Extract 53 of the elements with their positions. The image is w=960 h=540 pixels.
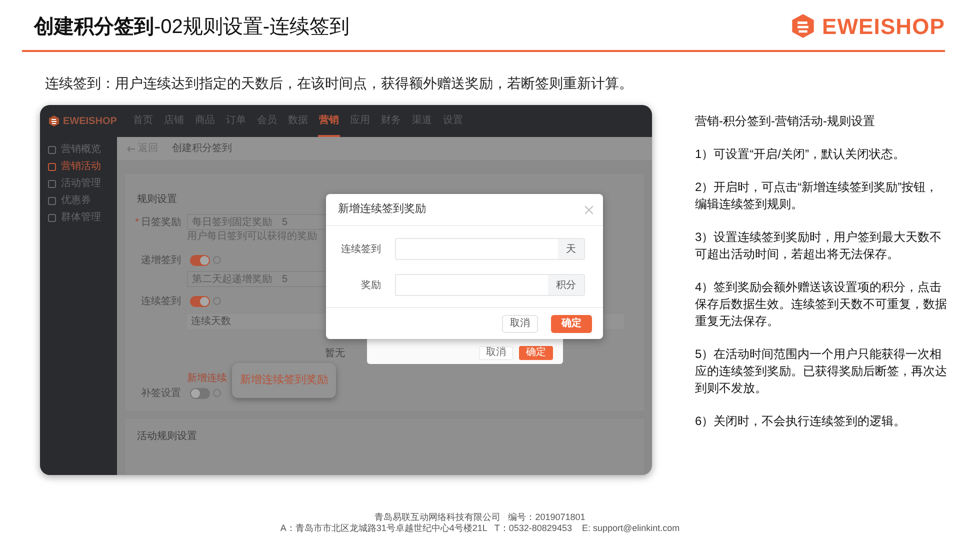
sidebar-item[interactable]: 营销概览 [40, 143, 117, 156]
help-icon [213, 297, 221, 305]
toggle-switch[interactable] [190, 296, 210, 306]
field-value: 5 [282, 216, 288, 230]
note-paragraph: 6）关闭时，不会执行连续签到的逻辑。 [695, 413, 907, 430]
cancel-button[interactable]: 取消 [479, 346, 513, 360]
back-arrow-icon [127, 146, 135, 152]
empty-text: 暂无 [325, 346, 345, 361]
field-value: 5 [282, 272, 288, 286]
sidebar-item[interactable]: 营销活动 [40, 160, 117, 173]
note-paragraph: 3）设置连续签到奖励时，用户签到最大天数不可超出活动时间，若超出将无法保存。 [695, 229, 943, 263]
note-paragraph: 2）开启时，可点击“新增连续签到奖励”按钮，编辑连续签到规则。 [695, 179, 939, 213]
note-paragraph: 1）可设置“开启/关闭”，默认关闭状态。 [695, 146, 906, 163]
help-icon [213, 389, 221, 397]
form-label: 日签奖励 [141, 216, 181, 228]
toggle-switch[interactable] [190, 254, 210, 266]
field-label: 连续签到 [340, 242, 381, 256]
close-icon[interactable] [585, 206, 593, 214]
footer-text: 青岛易联互动网络科技有限公司 编号：2019071801 [374, 512, 586, 523]
logo-icon [48, 115, 60, 127]
logo-icon [790, 13, 816, 39]
footer-text: A：青岛市市北区龙城路31号卓越世纪中心4号楼21L T：0532-80829453 E: support@elinkint.com [280, 523, 680, 534]
app-logo-text: EWEISHOP [63, 114, 117, 128]
section-title: 规则设置 [137, 192, 177, 207]
note-paragraph: 营销-积分签到-营销活动-规则设置 [695, 113, 876, 130]
note-paragraph: 4）签到奖励会额外赠送该设置项的积分，点击保存后数据生效。连续签到天数不可重复，数据重复无法保存。 [695, 279, 947, 330]
confirm-button[interactable]: 确定 [519, 346, 553, 360]
intro-text: 连续签到：用户连续达到指定的天数后，在该时间点，获得额外赠送奖励，若断签则重新计算。 [45, 74, 634, 93]
dialog-title: 新增连续签到奖励 [338, 202, 426, 218]
form-label: 补签设置 [141, 388, 181, 398]
confirm-button[interactable]: 确定 [551, 314, 592, 332]
note-paragraph: 5）在活动时间范围内一个用户只能获得一次相应的连续签到奖励。已获得奖励后断签，再次达到则不发放。 [695, 346, 947, 397]
slide-title: 创建积分签到-02规则设置-连续签到 [34, 15, 350, 40]
menu-item-icon [48, 162, 56, 170]
sidebar-item[interactable]: 优惠券 [40, 194, 117, 207]
page-title: 创建积分签到 [172, 142, 232, 156]
add-reward-callout[interactable]: 新增连续签到奖励 [232, 363, 336, 398]
help-icon [213, 256, 221, 264]
sidebar-item[interactable]: 群体管理 [40, 211, 117, 224]
menu-item-icon [48, 180, 56, 188]
toggle-switch[interactable] [190, 388, 210, 398]
form-label: 递增签到 [141, 254, 181, 266]
section-title: 活动规则设置 [137, 430, 197, 444]
add-link[interactable]: 新增连续 [187, 373, 227, 384]
cancel-button[interactable]: 取消 [502, 314, 538, 332]
field-label: 奖励 [360, 278, 381, 292]
form-label: 连续签到 [141, 296, 181, 306]
menu-item-icon [48, 214, 56, 222]
menu-item-icon [48, 196, 56, 204]
sidebar-item[interactable]: 活动管理 [40, 177, 117, 190]
menu-item-icon [48, 146, 56, 154]
required-mark: * [135, 216, 139, 228]
logo-text: EWEISHOP [822, 12, 945, 40]
